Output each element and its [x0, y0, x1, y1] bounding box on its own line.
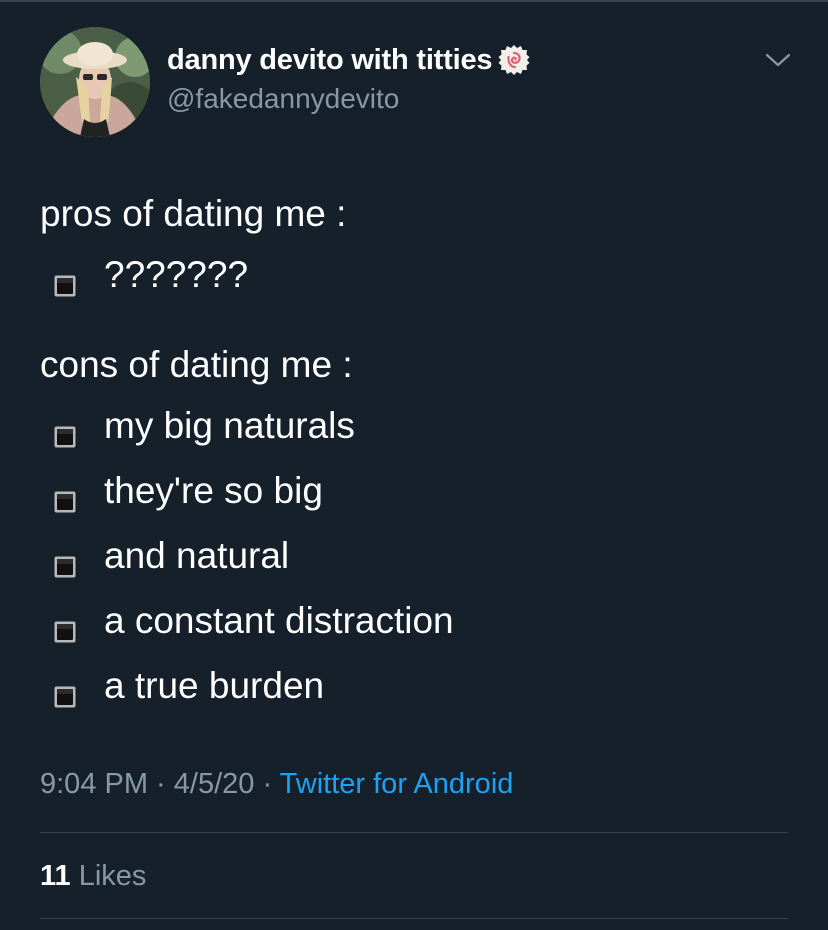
list-item: a true burden	[40, 653, 800, 718]
tweet-text: pros of dating me : ??????? cons of dati…	[40, 186, 800, 718]
tweet-source-link[interactable]: Twitter for Android	[280, 768, 514, 800]
list-item: and natural	[40, 523, 800, 588]
chevron-down-icon[interactable]	[764, 50, 792, 70]
black-square-button-icon	[54, 610, 76, 642]
cons-list: my big naturals they're so big and natur…	[40, 393, 800, 718]
black-square-button-icon	[54, 264, 76, 296]
display-name[interactable]: danny devito with titties	[167, 44, 493, 77]
list-item: ???????	[40, 242, 800, 307]
tweet-time[interactable]: 9:04 PM	[40, 768, 148, 800]
cons-item-text: they're so big	[104, 469, 323, 511]
avatar-photo	[40, 27, 150, 137]
narutomaki-emoji-icon	[498, 44, 530, 76]
list-item: they're so big	[40, 458, 800, 523]
divider	[40, 918, 788, 919]
cons-item-text: a constant distraction	[104, 599, 454, 641]
black-square-button-icon	[54, 415, 76, 447]
avatar[interactable]	[40, 27, 150, 137]
black-square-button-icon	[54, 675, 76, 707]
list-item: my big naturals	[40, 393, 800, 458]
pros-item-text: ???????	[104, 253, 249, 295]
cons-item-text: and natural	[104, 534, 290, 576]
top-border	[0, 0, 828, 2]
meta-separator: ·	[148, 768, 174, 800]
black-square-button-icon	[54, 545, 76, 577]
tweet-date[interactable]: 4/5/20	[174, 768, 255, 800]
divider	[40, 832, 788, 833]
tweet-meta: 9:04 PM · 4/5/20 · Twitter for Android	[40, 760, 513, 808]
list-item: a constant distraction	[40, 588, 800, 653]
likes-label: Likes	[70, 860, 147, 892]
likes-stat[interactable]: 11 Likes	[40, 852, 146, 900]
black-square-button-icon	[54, 480, 76, 512]
likes-count: 11	[40, 860, 71, 892]
meta-separator: ·	[254, 768, 280, 800]
cons-item-text: a true burden	[104, 664, 325, 706]
pros-heading: pros of dating me :	[40, 193, 347, 234]
cons-item-text: my big naturals	[104, 404, 355, 446]
author-name-row[interactable]: danny devito with titties	[167, 40, 530, 80]
cons-heading: cons of dating me :	[40, 344, 353, 385]
author-handle[interactable]: @fakedannydevito	[167, 83, 399, 115]
pros-list: ???????	[40, 242, 800, 307]
